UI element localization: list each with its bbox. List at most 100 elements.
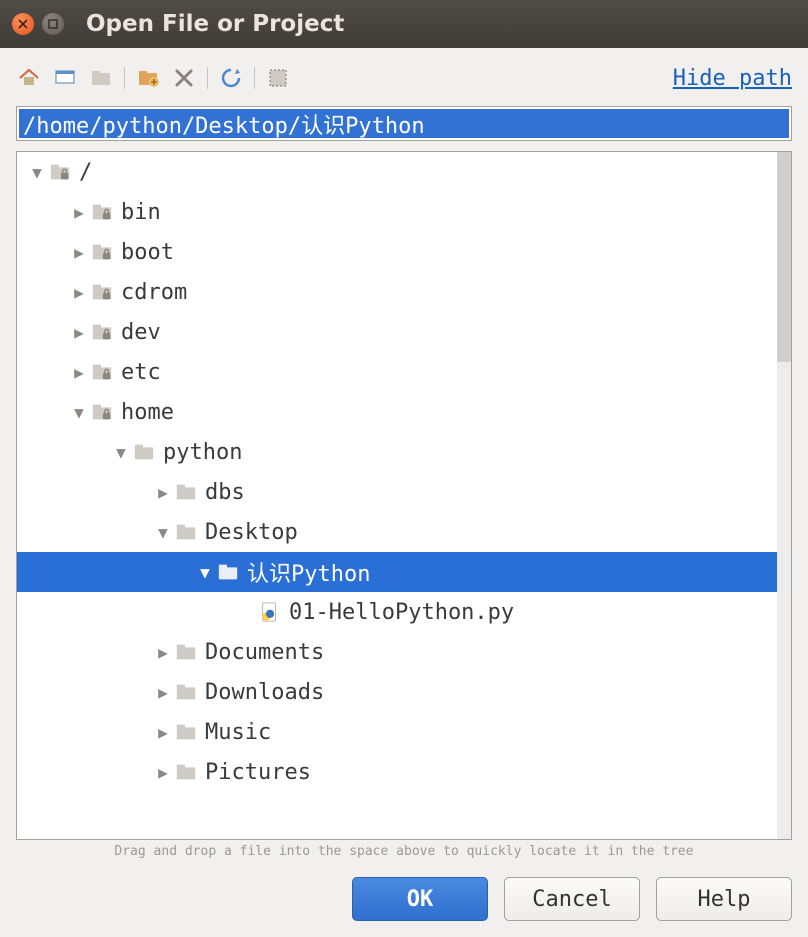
folder-lock-icon (89, 201, 115, 223)
scrollbar-thumb[interactable] (777, 152, 791, 362)
indent (17, 652, 153, 653)
tree-row[interactable]: ▼ Desktop (17, 512, 777, 552)
tree-row-label: Music (205, 720, 271, 745)
indent (17, 252, 69, 253)
indent (17, 372, 69, 373)
folder-lock-icon (89, 361, 115, 383)
path-input[interactable] (19, 109, 789, 138)
chevron-right-icon[interactable]: ▶ (153, 723, 173, 742)
tree-row-label: bin (121, 200, 161, 225)
tree-row[interactable]: ▶ dbs (17, 472, 777, 512)
project-icon[interactable] (88, 65, 114, 91)
chevron-down-icon[interactable]: ▼ (69, 403, 89, 422)
refresh-icon[interactable] (218, 65, 244, 91)
chevron-right-icon[interactable]: ▶ (69, 243, 89, 262)
chevron-right-icon[interactable]: ▶ (153, 763, 173, 782)
indent (17, 692, 153, 693)
tree-row[interactable]: ▶ Documents (17, 632, 777, 672)
toolbar-separator (207, 67, 208, 89)
chevron-right-icon[interactable]: ▶ (153, 483, 173, 502)
tree-row-label: 01-HelloPython.py (289, 600, 514, 625)
button-row: OK Cancel Help (16, 873, 792, 921)
chevron-right-icon[interactable]: ▶ (153, 683, 173, 702)
tree-row[interactable]: ▶ dev (17, 312, 777, 352)
chevron-down-icon[interactable]: ▼ (153, 523, 173, 542)
home-icon[interactable] (16, 65, 42, 91)
delete-icon[interactable] (171, 65, 197, 91)
indent (17, 492, 153, 493)
tree-row-label: Desktop (205, 520, 298, 545)
chevron-down-icon[interactable]: ▼ (111, 443, 131, 462)
folder-icon (173, 481, 199, 503)
new-folder-icon[interactable] (135, 65, 161, 91)
help-button[interactable]: Help (656, 877, 792, 921)
folder-icon (173, 721, 199, 743)
tree-row[interactable]: ▼/ (17, 152, 777, 192)
tree-row-label: Pictures (205, 760, 311, 785)
tree-row-label: / (79, 160, 92, 185)
show-hidden-icon[interactable] (265, 65, 291, 91)
dialog-body: Hide path ▼/▶bin▶boot▶cdrom▶dev▶etc▼home… (0, 48, 808, 937)
tree-row[interactable]: ▶ Downloads (17, 672, 777, 712)
chevron-down-icon[interactable]: ▼ (195, 563, 215, 582)
chevron-right-icon[interactable]: ▶ (69, 323, 89, 342)
indent (17, 452, 111, 453)
folder-icon (131, 441, 157, 463)
hide-path-link[interactable]: Hide path (673, 66, 792, 91)
tree-row-label: dev (121, 320, 161, 345)
ok-button[interactable]: OK (352, 877, 488, 921)
indent (17, 212, 69, 213)
chevron-right-icon[interactable]: ▶ (69, 203, 89, 222)
tree-row[interactable]: ▶ Music (17, 712, 777, 752)
folder-icon (173, 521, 199, 543)
chevron-right-icon[interactable]: ▶ (69, 283, 89, 302)
window-minimize-button[interactable] (42, 13, 64, 35)
tree-row[interactable]: ▶ boot (17, 232, 777, 272)
file-tree[interactable]: ▼/▶bin▶boot▶cdrom▶dev▶etc▼home▼python▶db… (17, 152, 777, 839)
tree-row[interactable]: ▶ Pictures (17, 752, 777, 792)
cancel-button[interactable]: Cancel (504, 877, 640, 921)
indent (17, 332, 69, 333)
scrollbar[interactable] (777, 152, 791, 839)
python-file-icon (257, 601, 283, 623)
indent (17, 412, 69, 413)
folder-icon (173, 641, 199, 663)
desktop-icon[interactable] (52, 65, 78, 91)
tree-row-label: Downloads (205, 680, 324, 705)
window-close-button[interactable] (12, 13, 34, 35)
folder-icon (173, 761, 199, 783)
indent (17, 732, 153, 733)
tree-row[interactable]: ▼ 认识Python (17, 552, 777, 592)
chevron-right-icon[interactable]: ▶ (69, 363, 89, 382)
tree-row-label: Documents (205, 640, 324, 665)
folder-lock-icon (47, 161, 73, 183)
tree-row-label: etc (121, 360, 161, 385)
tree-row[interactable]: ▶ bin (17, 192, 777, 232)
toolbar-separator (124, 67, 125, 89)
drag-drop-hint: Drag and drop a file into the space abov… (16, 840, 792, 873)
indent (17, 772, 153, 773)
tree-row-label: dbs (205, 480, 245, 505)
tree-row[interactable]: ▶ etc (17, 352, 777, 392)
tree-row[interactable]: ▼ home (17, 392, 777, 432)
folder-icon (215, 561, 241, 583)
path-input-wrap (16, 106, 792, 141)
tree-row-label: home (121, 400, 174, 425)
tree-row[interactable]: 01-HelloPython.py (17, 592, 777, 632)
window-title: Open File or Project (86, 11, 344, 37)
chevron-right-icon[interactable]: ▶ (153, 643, 173, 662)
file-tree-panel: ▼/▶bin▶boot▶cdrom▶dev▶etc▼home▼python▶db… (16, 151, 792, 840)
indent (17, 612, 237, 613)
chevron-down-icon[interactable]: ▼ (27, 163, 47, 182)
toolbar: Hide path (16, 58, 792, 98)
folder-lock-icon (89, 321, 115, 343)
tree-row-label: boot (121, 240, 174, 265)
folder-lock-icon (89, 241, 115, 263)
tree-row[interactable]: ▼python (17, 432, 777, 472)
indent (17, 172, 27, 173)
indent (17, 572, 195, 573)
indent (17, 292, 69, 293)
tree-row[interactable]: ▶cdrom (17, 272, 777, 312)
tree-row-label: 认识Python (247, 556, 370, 588)
folder-lock-icon (89, 281, 115, 303)
